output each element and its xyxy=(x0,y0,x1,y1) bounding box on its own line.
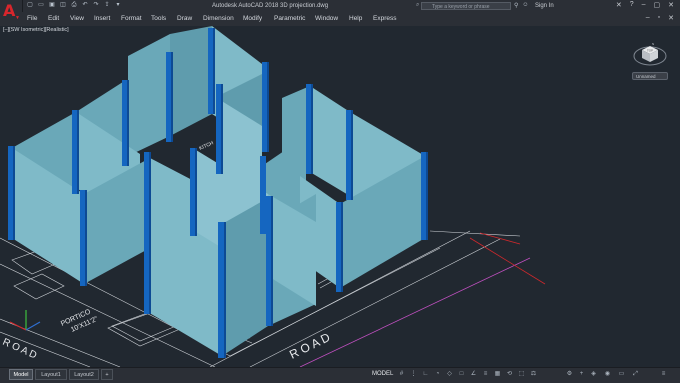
viewcube-top-label: TOP xyxy=(647,49,653,53)
quick-access-toolbar: ▢ ▭ ▣ ◫ ⎙ ↶ ↷ ⇪ ▾ xyxy=(26,2,122,9)
viewcube-compass-n: N xyxy=(652,42,654,46)
search-icon: ⌕ xyxy=(416,2,420,8)
menu-format[interactable]: Format xyxy=(121,15,142,22)
save-as-icon[interactable]: ◫ xyxy=(59,2,67,9)
menu-help[interactable]: Help xyxy=(349,15,362,22)
grid-icon[interactable]: # xyxy=(398,371,405,378)
menu-window[interactable]: Window xyxy=(315,15,338,22)
window-title: Autodesk AutoCAD 2018 3D projection.dwg xyxy=(212,3,329,9)
menu-tools[interactable]: Tools xyxy=(151,15,166,22)
ortho-icon[interactable]: ∟ xyxy=(422,371,429,378)
open-icon[interactable]: ▭ xyxy=(37,2,45,9)
cleanscreen-icon[interactable]: ▭ xyxy=(618,371,625,378)
menu-express[interactable]: Express xyxy=(373,15,396,22)
kitchen-label: KITCH xyxy=(198,140,214,152)
otrack-icon[interactable]: ∠ xyxy=(470,371,477,378)
autocad-logo-icon: A xyxy=(3,1,16,20)
model-space-toggle[interactable]: MODEL xyxy=(372,371,393,377)
menu-draw[interactable]: Draw xyxy=(177,15,192,22)
fullscreen-icon[interactable]: ⤢ xyxy=(632,371,639,378)
window-controls: ✕ ? – ▢ ✕ xyxy=(616,1,674,9)
document-window-controls: – ▫ ✕ xyxy=(646,14,674,22)
info-icons: ⚲ ☺ xyxy=(514,2,529,9)
road-label-left: R O A D xyxy=(1,337,38,362)
doc-restore-icon[interactable]: ▫ xyxy=(658,14,660,22)
help-icon[interactable]: ? xyxy=(630,1,634,9)
menu-file[interactable]: File xyxy=(27,15,37,22)
isodraft-icon[interactable]: ◇ xyxy=(446,371,453,378)
tab-model[interactable]: Model xyxy=(9,369,33,380)
search-input[interactable]: Type a keyword or phrase xyxy=(421,2,511,10)
3d-model-scene[interactable]: R O A D R O A D PORTICO 10'X11'2" KITCH xyxy=(0,26,680,367)
plus-icon[interactable]: + xyxy=(578,371,585,378)
menu-view[interactable]: View xyxy=(70,15,84,22)
tab-layout2[interactable]: Layout2 xyxy=(69,369,99,380)
road-label-bottom: R O A D xyxy=(287,330,332,362)
minimize-icon[interactable]: – xyxy=(642,1,646,9)
named-view-dropdown[interactable]: Unnamed xyxy=(632,72,668,80)
menu-parametric[interactable]: Parametric xyxy=(274,15,305,22)
polar-icon[interactable]: ◔ xyxy=(434,371,441,378)
hardware-acceleration-icon[interactable]: ◈ xyxy=(590,371,597,378)
title-bar: ▢ ▭ ▣ ◫ ⎙ ↶ ↷ ⇪ ▾ Autodesk AutoCAD 2018 … xyxy=(0,0,680,12)
user-icon[interactable]: ☺ xyxy=(522,2,528,9)
menu-dimension[interactable]: Dimension xyxy=(203,15,234,22)
share-icon[interactable]: ⇪ xyxy=(103,2,111,9)
dimension-line-red xyxy=(469,237,546,285)
customize-icon[interactable]: ≡ xyxy=(660,371,667,378)
transparency-icon[interactable]: ▦ xyxy=(494,371,501,378)
exchange-icon[interactable]: ✕ xyxy=(616,1,622,9)
doc-minimize-icon[interactable]: – xyxy=(646,14,650,22)
find-icon[interactable]: ⚲ xyxy=(514,2,518,9)
viewport-controls-label[interactable]: [–][SW Isometric][Realistic] xyxy=(3,27,69,33)
lineweight-icon[interactable]: ≡ xyxy=(482,371,489,378)
new-icon[interactable]: ▢ xyxy=(26,2,34,9)
3dosnap-icon[interactable]: ⬚ xyxy=(518,371,525,378)
ucs-icon xyxy=(9,310,41,331)
dropdown-icon[interactable]: ▾ xyxy=(114,2,122,9)
menu-bar: File Edit View Insert Format Tools Draw … xyxy=(22,12,680,27)
workspace-icon[interactable]: ⚙ xyxy=(566,371,573,378)
drawing-viewport[interactable]: R O A D R O A D PORTICO 10'X11'2" KITCH xyxy=(0,26,680,367)
add-layout-button[interactable]: + xyxy=(101,369,113,380)
save-icon[interactable]: ▣ xyxy=(48,2,56,9)
snap-icon[interactable]: ⋮ xyxy=(410,371,417,378)
annotation-scale-icon[interactable]: ⚖ xyxy=(530,371,537,378)
sign-in-button[interactable]: Sign In xyxy=(535,3,554,9)
status-bar: Model Layout1 Layout2 + MODEL # ⋮ ∟ ◔ ◇ … xyxy=(0,367,680,383)
selection-cycling-icon[interactable]: ⟲ xyxy=(506,371,513,378)
print-icon[interactable]: ⎙ xyxy=(70,2,78,9)
application-menu-button[interactable]: A ▼ xyxy=(0,0,23,26)
menu-edit[interactable]: Edit xyxy=(48,15,59,22)
doc-close-icon[interactable]: ✕ xyxy=(668,14,674,22)
maximize-icon[interactable]: ▢ xyxy=(654,1,661,9)
menu-modify[interactable]: Modify xyxy=(243,15,262,22)
osnap-icon[interactable]: □ xyxy=(458,371,465,378)
tab-layout1[interactable]: Layout1 xyxy=(35,369,67,380)
isolate-icon[interactable]: ◉ xyxy=(604,371,611,378)
chevron-down-icon: ▼ xyxy=(15,15,20,21)
menu-insert[interactable]: Insert xyxy=(94,15,110,22)
redo-icon[interactable]: ↷ xyxy=(92,2,100,9)
undo-icon[interactable]: ↶ xyxy=(81,2,89,9)
close-icon[interactable]: ✕ xyxy=(668,1,674,9)
